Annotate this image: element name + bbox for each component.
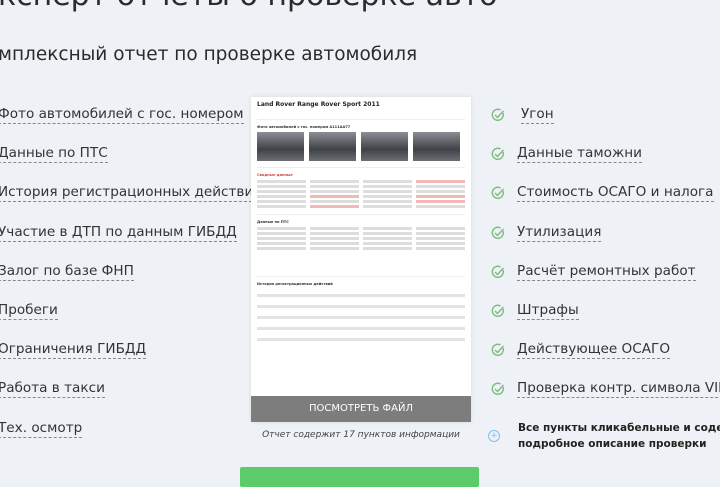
check-circle-icon [491,382,505,396]
list-item[interactable]: Штрафы [491,302,720,341]
list-item-label[interactable]: Проверка контр. символа VIN [517,380,720,399]
list-item-label[interactable]: Участие в ДТП по данным ГИБДД [0,223,237,242]
list-item-label[interactable]: Тех. осмотр [0,419,83,438]
list-item[interactable]: Данные по ПТС [0,145,262,184]
plus-circle-icon: + [488,430,500,442]
history-section-title: История регистрационных действий [257,276,465,286]
list-item-label[interactable]: Залог по базе ФНП [0,262,134,281]
pts-section-title: Данные по ПТС [257,214,465,224]
check-circle-icon [491,187,505,200]
list-item[interactable]: Утилизация [491,224,720,263]
list-item-label[interactable]: Работа в такси [0,380,105,399]
list-item[interactable]: Проверка контр. символа VIN [491,380,720,419]
list-item-label[interactable]: История регистрационных действий [0,184,263,203]
list-item-label[interactable]: Расчёт ремонтных работ [517,263,696,281]
list-item-label[interactable]: Действующее ОСАГО [517,341,671,360]
list-item[interactable]: Угон [491,106,720,145]
check-circle-icon [491,147,505,161]
list-item-label[interactable]: Фото автомобилей с гос. номером [0,106,244,124]
check-circle-icon [491,343,505,357]
list-item[interactable]: Работа в такси [0,380,262,419]
list-item[interactable]: Пробеги [0,301,262,341]
car-photo [309,132,356,161]
list-item[interactable]: Ограничения ГИБДД [0,341,262,380]
note-line: Все пункты кликабельные и содержат [518,422,720,434]
list-item[interactable]: История регистрационных действий [0,184,263,223]
car-photo [413,132,460,161]
photos-section-title: Фото автомобилей с гос. номером А111АА77 [257,119,465,129]
report-meta [257,109,465,113]
car-photo [257,132,304,161]
summary-rows [257,180,465,208]
check-circle-icon [491,108,505,121]
car-photo [361,132,408,161]
list-item[interactable]: Стоимость ОСАГО и налога [491,184,720,223]
history-table [251,294,471,341]
car-photos [257,132,465,161]
page-title: ксперт отчеты о проверке авто [0,0,498,13]
list-item[interactable]: Данные таможни [491,145,720,184]
list-item[interactable]: Залог по базе ФНП [0,262,262,302]
section-subtitle: мплексный отчет по проверке автомобиля [0,44,418,65]
list-item-label[interactable]: Данные по ПТС [0,145,108,164]
list-item-label[interactable]: Штрафы [517,302,579,320]
report-caption: Отчет содержит 17 пунктов информации [262,430,460,440]
summary-section-title: Сводные данные [257,167,465,177]
list-item-label[interactable]: Угон [521,106,554,124]
list-item-label[interactable]: Пробеги [0,301,58,320]
list-item[interactable]: Действующее ОСАГО [491,341,720,380]
list-item-label[interactable]: Стоимость ОСАГО и налога [517,184,714,203]
note-line: подробное описание проверки [518,438,707,450]
clickable-note: + Все пункты кликабельные и содержат подр… [488,420,720,452]
left-check-list: Фото автомобилей с гос. номером Данные п… [0,106,263,459]
list-item-label[interactable]: Утилизация [517,224,602,242]
report-preview[interactable]: Land Rover Range Rover Sport 2011 Фото а… [251,97,471,422]
view-file-button[interactable]: ПОСМОТРЕТЬ ФАЙЛ [251,396,471,422]
report-car-title: Land Rover Range Rover Sport 2011 [257,101,380,108]
right-check-list: Угон Данные таможни Стоимость ОСАГО и на… [491,106,720,420]
check-circle-icon [491,265,505,278]
list-item[interactable]: Участие в ДТП по данным ГИБДД [0,223,262,263]
check-circle-icon [491,304,505,317]
list-item[interactable]: Тех. осмотр [0,419,262,459]
check-circle-icon [491,226,505,239]
list-item[interactable]: Фото автомобилей с гос. номером [0,106,262,145]
list-item-label[interactable]: Данные таможни [517,145,642,164]
order-button[interactable] [240,467,479,487]
list-item[interactable]: Расчёт ремонтных работ [491,263,720,302]
pts-rows [257,227,465,250]
list-item-label[interactable]: Ограничения ГИБДД [0,341,147,360]
